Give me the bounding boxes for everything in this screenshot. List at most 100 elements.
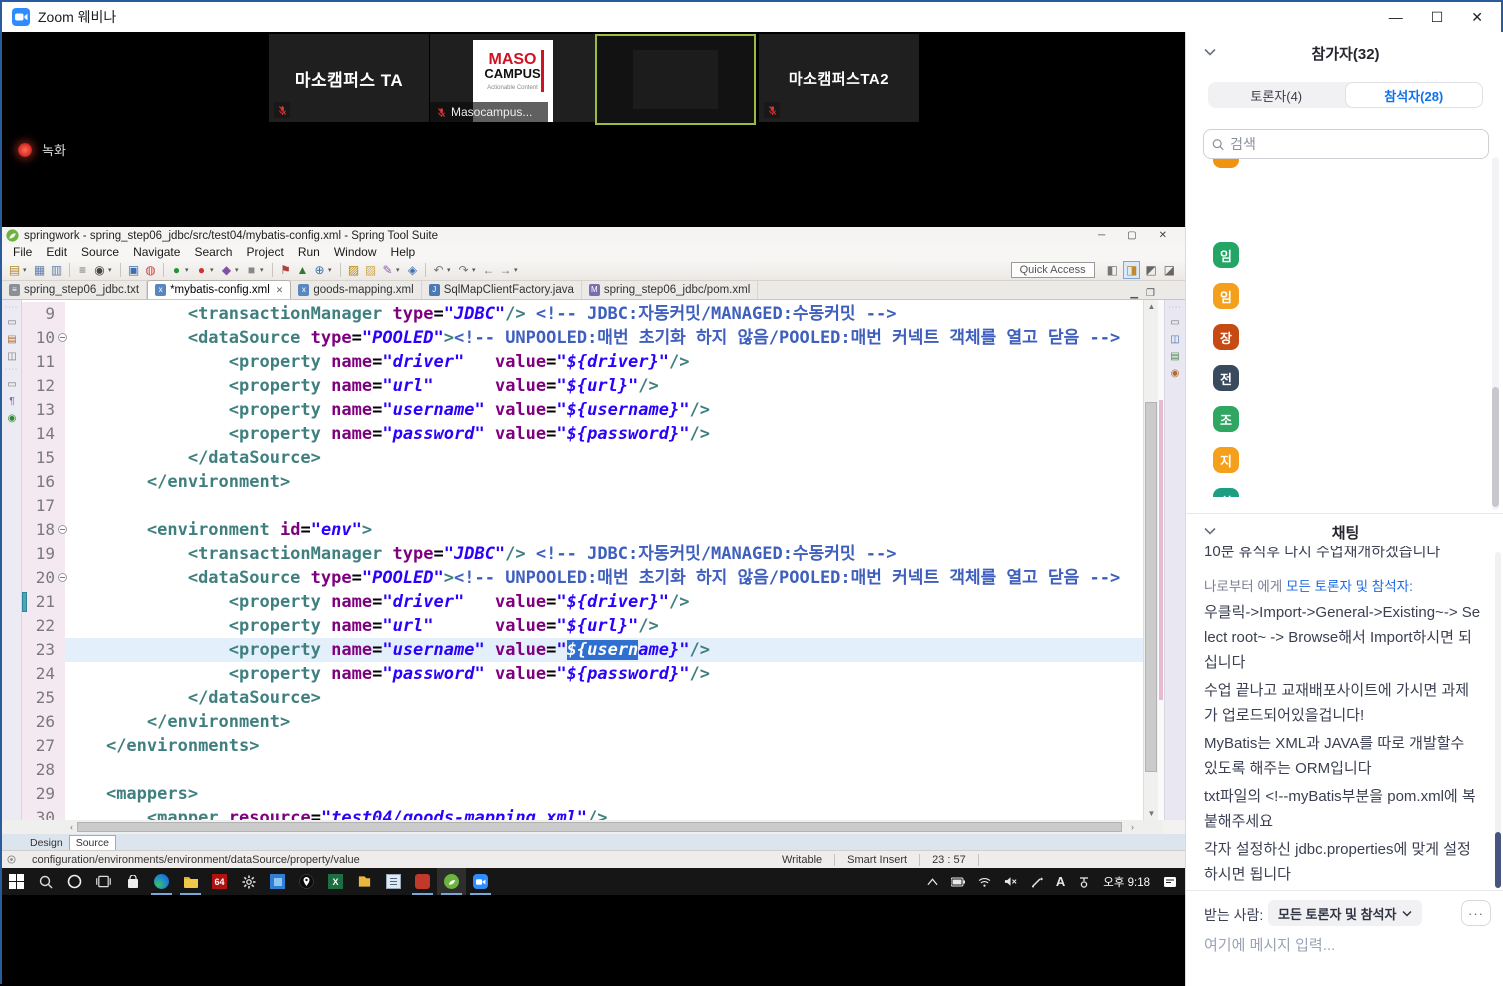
taskbar-excel-icon[interactable]: X <box>321 868 350 895</box>
clock[interactable]: 오후 9:18 <box>1103 874 1150 890</box>
toolbar-icon[interactable]: ◆ <box>218 261 235 279</box>
editor-maximize-icon[interactable]: ❐ <box>1146 288 1155 299</box>
menu-run[interactable]: Run <box>291 245 327 259</box>
taskbar-spring-tool-suite-icon[interactable] <box>437 868 466 895</box>
taskbar-app-red-icon[interactable] <box>408 868 437 895</box>
xml-editor[interactable]: ···· ▭ ▤ ◫ ···· ▭ ¶ ◉ 9 10 11 12 13 14 15 16 17 1… <box>2 300 1185 820</box>
toolbar-icon[interactable]: ← <box>480 261 497 279</box>
video-tile[interactable]: MASO CAMPUS Actionable Content Masocampus..… <box>430 34 595 122</box>
menu-navigate[interactable]: Navigate <box>126 245 187 259</box>
menu-help[interactable]: Help <box>384 245 423 259</box>
scroll-down-arrow[interactable]: ▼ <box>1144 809 1159 818</box>
editor-tab[interactable]: Mspring_step06_jdbc/pom.xml <box>582 280 759 299</box>
toolbar-icon[interactable]: ◉ <box>91 261 108 279</box>
vertical-scroll-thumb[interactable] <box>1145 402 1157 772</box>
participant-search[interactable] <box>1203 129 1489 159</box>
toolbar-icon[interactable]: ▨ <box>362 261 379 279</box>
taskbar-settings-icon[interactable] <box>234 868 263 895</box>
dropdown-arrow-icon[interactable]: ▾ <box>210 266 218 274</box>
dropdown-arrow-icon[interactable]: ▾ <box>260 266 268 274</box>
video-tile[interactable]: 마소캠퍼스 TA <box>269 34 429 122</box>
wifi-icon[interactable] <box>978 877 991 887</box>
pen-icon[interactable] <box>1031 876 1043 888</box>
toolbar-icon[interactable]: ◈ <box>404 261 421 279</box>
project-explorer-icon[interactable]: ▤ <box>2 334 22 345</box>
toolbar-icon[interactable]: → <box>497 261 514 279</box>
participant-avatar[interactable]: 장 <box>1213 324 1239 350</box>
chat-more-button[interactable]: ··· <box>1461 900 1491 926</box>
participants-tab[interactable]: 토론자(4) <box>1208 82 1345 108</box>
participant-avatar[interactable]: 조 <box>1213 406 1239 432</box>
battery-icon[interactable] <box>950 877 965 887</box>
tray-chevron-up-icon[interactable] <box>927 877 938 886</box>
toolbar-icon[interactable]: ⊕ <box>311 261 328 279</box>
toolbar-icon[interactable]: ◍ <box>142 261 159 279</box>
editor-tab[interactable]: x *mybatis-config.xml ✕ <box>147 280 292 299</box>
taskbar-search-icon[interactable] <box>31 868 60 895</box>
horizontal-scrollbar[interactable]: ‹ › <box>2 820 1162 834</box>
dropdown-arrow-icon[interactable]: ▾ <box>447 266 455 274</box>
scroll-left-arrow[interactable]: ‹ <box>70 820 73 834</box>
snippets-icon[interactable]: ▭ <box>2 379 22 390</box>
notification-center-icon[interactable] <box>1163 876 1177 888</box>
java-ee-perspective-icon[interactable]: ◨ <box>1122 261 1141 279</box>
video-tile-active-speaker[interactable] <box>595 34 756 125</box>
vertical-scrollbar[interactable]: ▲ ▼ <box>1143 300 1158 820</box>
dropdown-arrow-icon[interactable]: ▾ <box>235 266 243 274</box>
toolbar-icon[interactable]: ▨ <box>345 261 362 279</box>
templates-view-icon[interactable]: ▤ <box>1165 351 1185 362</box>
taskbar-app-yellow-icon[interactable] <box>350 868 379 895</box>
menu-source[interactable]: Source <box>74 245 126 259</box>
dropdown-arrow-icon[interactable]: ▾ <box>108 266 116 274</box>
outline-view-icon[interactable]: ◫ <box>1165 334 1185 345</box>
quick-access-box[interactable]: Quick Access <box>1010 262 1095 278</box>
search-input[interactable] <box>1230 136 1480 152</box>
participants-scrollbar[interactable] <box>1492 157 1499 510</box>
package-explorer-icon[interactable]: ▭ <box>2 317 22 328</box>
toolbar-icon[interactable]: ≡ <box>74 261 91 279</box>
participant-avatar[interactable]: 전 <box>1213 365 1239 391</box>
toolbar-icon[interactable]: ● <box>168 261 185 279</box>
participant-avatar[interactable]: 임 <box>1213 242 1239 268</box>
chat-recipient-link[interactable]: 모든 토론자 및 참석자: <box>1286 579 1413 594</box>
taskbar-store-icon[interactable] <box>118 868 147 895</box>
maximize-button[interactable]: ☐ <box>1431 2 1444 32</box>
toolbar-icon[interactable]: ■ <box>243 261 260 279</box>
server-icon[interactable]: ◉ <box>2 413 22 424</box>
toolbar-icon[interactable]: ↷ <box>455 261 472 279</box>
toolbar-icon[interactable]: ▥ <box>48 261 65 279</box>
taskbar-photos-icon[interactable] <box>263 868 292 895</box>
dropdown-arrow-icon[interactable]: ▾ <box>185 266 193 274</box>
toolbar-icon[interactable]: ▲ <box>294 261 311 279</box>
ide-close-button[interactable]: ✕ <box>1159 228 1167 244</box>
taskbar-app-64-icon[interactable]: 64 <box>205 868 234 895</box>
toolbar-icon[interactable]: ● <box>193 261 210 279</box>
ide-minimize-button[interactable]: ─ <box>1098 228 1105 244</box>
participant-avatar[interactable]: 지 <box>1213 447 1239 473</box>
markers-icon[interactable]: ¶ <box>2 396 22 407</box>
editor-tab[interactable]: ≡ spring_step06_jdbc.txt <box>2 280 148 299</box>
tab-close-icon[interactable]: ✕ <box>276 285 284 296</box>
scroll-up-arrow[interactable]: ▲ <box>1144 302 1159 311</box>
toolbar-icon[interactable]: ↶ <box>430 261 447 279</box>
editor-minimize-icon[interactable]: ▁ <box>1130 288 1138 299</box>
horizontal-scroll-thumb[interactable] <box>77 822 1122 832</box>
dropdown-arrow-icon[interactable]: ▾ <box>472 266 480 274</box>
minimize-button[interactable]: — <box>1389 2 1403 32</box>
menu-edit[interactable]: Edit <box>39 245 74 259</box>
view-tab-design[interactable]: Design <box>24 836 69 850</box>
participant-avatar[interactable]: 임 <box>1213 283 1239 309</box>
dropdown-arrow-icon[interactable]: ▾ <box>514 266 522 274</box>
open-perspective-icon[interactable]: ◧ <box>1105 262 1120 278</box>
taskbar-cortana-icon[interactable] <box>60 868 89 895</box>
taskbar-notes-icon[interactable] <box>379 868 408 895</box>
chat-message-input[interactable] <box>1204 937 1474 954</box>
dropdown-arrow-icon[interactable]: ▾ <box>396 266 404 274</box>
hierarchy-icon[interactable]: ◫ <box>2 351 22 362</box>
participants-tab[interactable]: 참석자(28) <box>1344 82 1483 108</box>
resource-perspective-icon[interactable]: ◪ <box>1162 262 1177 278</box>
recipient-dropdown[interactable]: 모든 토론자 및 참석자 <box>1268 900 1423 926</box>
ide-maximize-button[interactable]: ▢ <box>1127 228 1136 244</box>
editor-tab[interactable]: x goods-mapping.xml <box>291 280 422 299</box>
java-perspective-icon[interactable]: ◩ <box>1143 262 1158 278</box>
